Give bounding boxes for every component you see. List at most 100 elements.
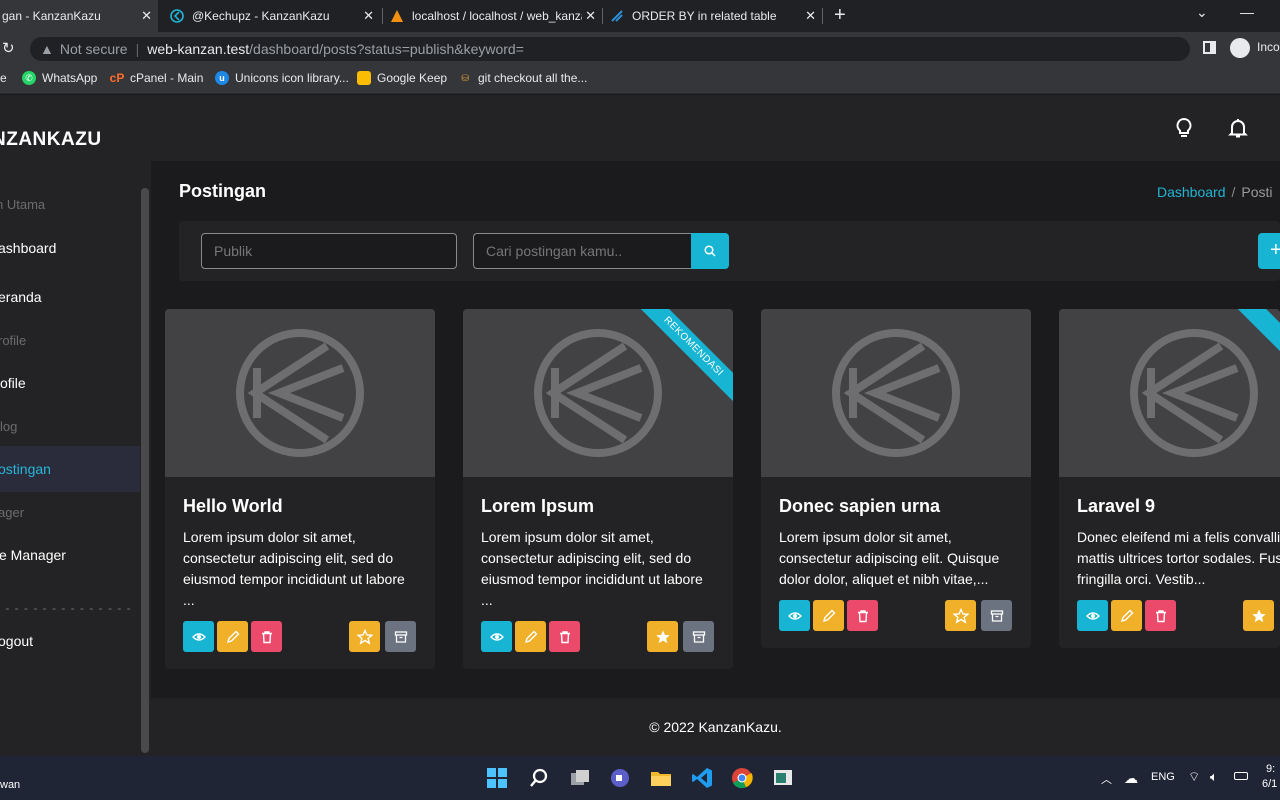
post-excerpt: Lorem ipsum dolor sit amet, consectetur … <box>183 529 405 608</box>
view-button[interactable] <box>183 621 214 652</box>
weather-label[interactable]: wan <box>0 779 20 791</box>
phpmyadmin-icon <box>390 9 404 23</box>
star-outline-icon <box>952 607 969 624</box>
cpanel-icon: cP <box>109 71 125 85</box>
reload-icon[interactable]: ↻ <box>2 39 15 57</box>
bookmark-item[interactable]: ⛁ git checkout all the... <box>458 71 587 85</box>
bookmark-item[interactable]: u Unicons icon library... <box>215 71 349 85</box>
side-panel-icon[interactable] <box>1203 41 1216 54</box>
tab-title: @Kechupz - KanzanKazu <box>192 9 330 23</box>
windows-start-icon[interactable] <box>485 766 509 790</box>
delete-button[interactable] <box>1145 600 1176 631</box>
archive-icon <box>990 609 1003 622</box>
recommend-button[interactable] <box>349 621 380 652</box>
language-indicator[interactable]: ENG <box>1151 771 1175 783</box>
view-button[interactable] <box>1077 600 1108 631</box>
bookmark-label: e <box>0 71 7 85</box>
edit-button[interactable] <box>1111 600 1142 631</box>
tab-search-icon[interactable]: ⌄ <box>1196 4 1208 21</box>
battery-icon[interactable] <box>1234 772 1248 780</box>
archive-button[interactable] <box>385 621 416 652</box>
post-card: Hello World Lorem ipsum dolor sit amet, … <box>165 309 435 669</box>
profile-label[interactable]: Incog <box>1257 40 1280 54</box>
bookmark-item[interactable]: e <box>0 71 7 85</box>
breadcrumb-link[interactable]: Dashboard <box>1157 184 1226 200</box>
tab-separator <box>822 8 823 24</box>
view-button[interactable] <box>779 600 810 631</box>
url-bar[interactable]: ▲ Not secure | web-kanzan.test /dashboar… <box>30 37 1190 61</box>
archive-button[interactable] <box>981 600 1012 631</box>
post-excerpt: Lorem ipsum dolor sit amet, consectetur … <box>779 529 1000 587</box>
sidebar-item-logout[interactable]: ogout <box>0 618 140 664</box>
close-icon[interactable]: ✕ <box>363 8 374 24</box>
cloud-icon[interactable]: ☁ <box>1124 770 1138 787</box>
delete-button[interactable] <box>847 600 878 631</box>
clock-date[interactable]: 6/1 <box>1262 778 1277 790</box>
search-button[interactable] <box>691 233 729 269</box>
sidebar-item-beranda[interactable]: eranda <box>0 274 140 320</box>
bell-icon[interactable] <box>1227 117 1249 139</box>
sidebar-item-label: ogout <box>0 633 34 649</box>
close-icon[interactable]: ✕ <box>585 8 596 24</box>
close-icon[interactable]: ✕ <box>805 8 816 24</box>
trash-icon <box>1155 609 1166 622</box>
url-path: /dashboard/posts?status=publish&keyword= <box>249 41 524 57</box>
clock-time[interactable]: 9: <box>1266 763 1275 775</box>
search-input[interactable]: Cari postingan kamu.. <box>473 233 691 269</box>
bookmark-item[interactable]: ✆ WhatsApp <box>22 71 97 85</box>
wifi-icon[interactable]: ⌔ <box>1188 769 1200 785</box>
sidebar-item-file-manager[interactable]: e Manager <box>0 532 140 578</box>
unrecommend-button[interactable] <box>647 621 678 652</box>
edit-button[interactable] <box>515 621 546 652</box>
task-view-icon[interactable] <box>568 766 592 790</box>
unicons-icon: u <box>215 71 229 85</box>
vscode-icon[interactable] <box>690 766 714 790</box>
post-excerpt: Donec eleifend mi a felis convallis matt… <box>1077 529 1280 587</box>
brand-logo[interactable]: NZANKAZU <box>0 129 102 151</box>
view-button[interactable] <box>481 621 512 652</box>
browser-tab[interactable]: gan - KanzanKazu ✕ <box>0 0 158 32</box>
edit-button[interactable] <box>813 600 844 631</box>
chrome-icon[interactable] <box>730 766 754 790</box>
teams-chat-icon[interactable] <box>608 766 632 790</box>
url-divider: | <box>135 41 140 57</box>
add-post-button[interactable]: + <box>1258 233 1280 269</box>
tray-chevron-icon[interactable]: ︿ <box>1101 771 1112 787</box>
browser-tab[interactable]: @Kechupz - KanzanKazu ✕ <box>162 0 380 32</box>
volume-icon[interactable]: 🔈︎ <box>1210 769 1218 785</box>
search-icon <box>704 245 716 257</box>
whatsapp-icon: ✆ <box>22 71 36 85</box>
archive-button[interactable] <box>683 621 714 652</box>
browser-tab[interactable]: ORDER BY in related table ✕ <box>604 0 822 32</box>
minimize-icon[interactable]: — <box>1240 4 1254 20</box>
edit-button[interactable] <box>217 621 248 652</box>
sidebar-item-postingan[interactable]: ostingan <box>0 446 140 492</box>
sidebar-item-dashboard[interactable]: ashboard <box>0 225 140 271</box>
file-explorer-icon[interactable] <box>649 766 673 790</box>
unrecommend-button[interactable] <box>1243 600 1274 631</box>
sidebar: NZANKAZU n Utama ashboard eranda rofile … <box>0 95 151 756</box>
browser-tab[interactable]: localhost / localhost / web_kanza ✕ <box>384 0 602 32</box>
post-actions <box>183 621 417 653</box>
search-icon[interactable] <box>527 766 551 790</box>
post-title[interactable]: Lorem Ipsum <box>481 496 715 517</box>
delete-button[interactable] <box>549 621 580 652</box>
status-select[interactable]: Publik <box>201 233 457 269</box>
post-title[interactable]: Hello World <box>183 496 417 517</box>
delete-button[interactable] <box>251 621 282 652</box>
bookmark-item[interactable]: Google Keep <box>357 71 447 85</box>
bookmark-item[interactable]: cP cPanel - Main <box>109 71 204 85</box>
laracasts-icon <box>610 9 624 23</box>
sidebar-scrollbar[interactable] <box>141 188 149 753</box>
sidebar-item-profile[interactable]: ofile <box>0 360 140 406</box>
post-title[interactable]: Laravel 9 <box>1077 496 1262 517</box>
post-title[interactable]: Donec sapien urna <box>779 496 1013 517</box>
incognito-icon[interactable] <box>1230 38 1250 58</box>
post-actions <box>481 621 715 653</box>
app-window-icon[interactable] <box>771 766 795 790</box>
new-tab-button[interactable]: + <box>834 5 846 25</box>
recommend-button[interactable] <box>945 600 976 631</box>
lightbulb-icon[interactable] <box>1173 117 1195 139</box>
close-icon[interactable]: ✕ <box>141 8 152 24</box>
post-card: Donec sapien urna Lorem ipsum dolor sit … <box>761 309 1031 648</box>
